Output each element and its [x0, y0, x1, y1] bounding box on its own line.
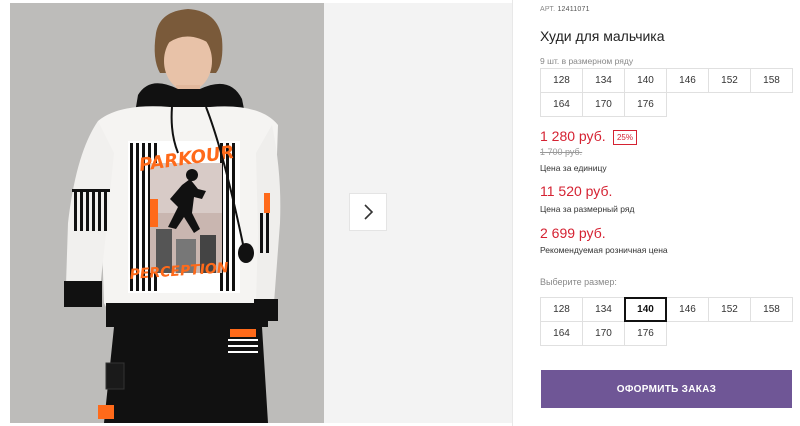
sku: АРТ. 12411071 [540, 6, 590, 13]
size-row-cell: 176 [624, 92, 667, 117]
size-row-cell: 146 [666, 68, 709, 93]
next-image-button[interactable] [349, 193, 387, 231]
row-price-label: Цена за размерный ряд [540, 204, 635, 214]
panel-divider [512, 0, 513, 426]
product-photo[interactable]: PARKOUR PERCEPTION [10, 3, 324, 423]
retail-price: 2 699 руб. [540, 225, 606, 241]
product-gallery: PARKOUR PERCEPTION [0, 0, 512, 426]
size-row-cell: 140 [624, 68, 667, 93]
chevron-right-icon [364, 204, 374, 220]
row-price: 11 520 руб. [540, 183, 613, 199]
unit-price: 1 280 руб. [540, 128, 606, 144]
size-option[interactable]: 170 [582, 321, 625, 346]
size-row-cell: 152 [708, 68, 751, 93]
size-picker-caption: Выберите размер: [540, 277, 617, 287]
retail-price-label: Рекомендуемая розничная цена [540, 245, 668, 255]
size-row-cell: 164 [540, 92, 583, 117]
product-title: Худи для мальчика [540, 28, 665, 44]
size-option[interactable]: 128 [540, 297, 583, 322]
size-row-cell: 170 [582, 92, 625, 117]
size-option[interactable]: 134 [582, 297, 625, 322]
size-picker: 128 134 140 146 152 158 164 170 176 [540, 297, 793, 346]
size-row-caption: 9 шт. в размерном ряду [540, 56, 634, 66]
size-row-cell: 158 [750, 68, 793, 93]
size-option-selected[interactable]: 140 [624, 297, 667, 322]
size-row-grid: 128 134 140 146 152 158 164 170 176 [540, 68, 793, 117]
sku-label: АРТ. [540, 6, 556, 13]
sku-number: 12411071 [557, 6, 590, 13]
discount-badge: 25% [613, 130, 637, 145]
size-option[interactable]: 164 [540, 321, 583, 346]
size-option[interactable]: 152 [708, 297, 751, 322]
unit-price-label: Цена за единицу [540, 163, 607, 173]
size-row-cell: 134 [582, 68, 625, 93]
size-option[interactable]: 158 [750, 297, 793, 322]
old-price: 1 700 руб. [540, 147, 583, 157]
size-row-cell: 128 [540, 68, 583, 93]
place-order-button[interactable]: ОФОРМИТЬ ЗАКАЗ [541, 370, 792, 408]
size-option[interactable]: 146 [666, 297, 709, 322]
size-option[interactable]: 176 [624, 321, 667, 346]
